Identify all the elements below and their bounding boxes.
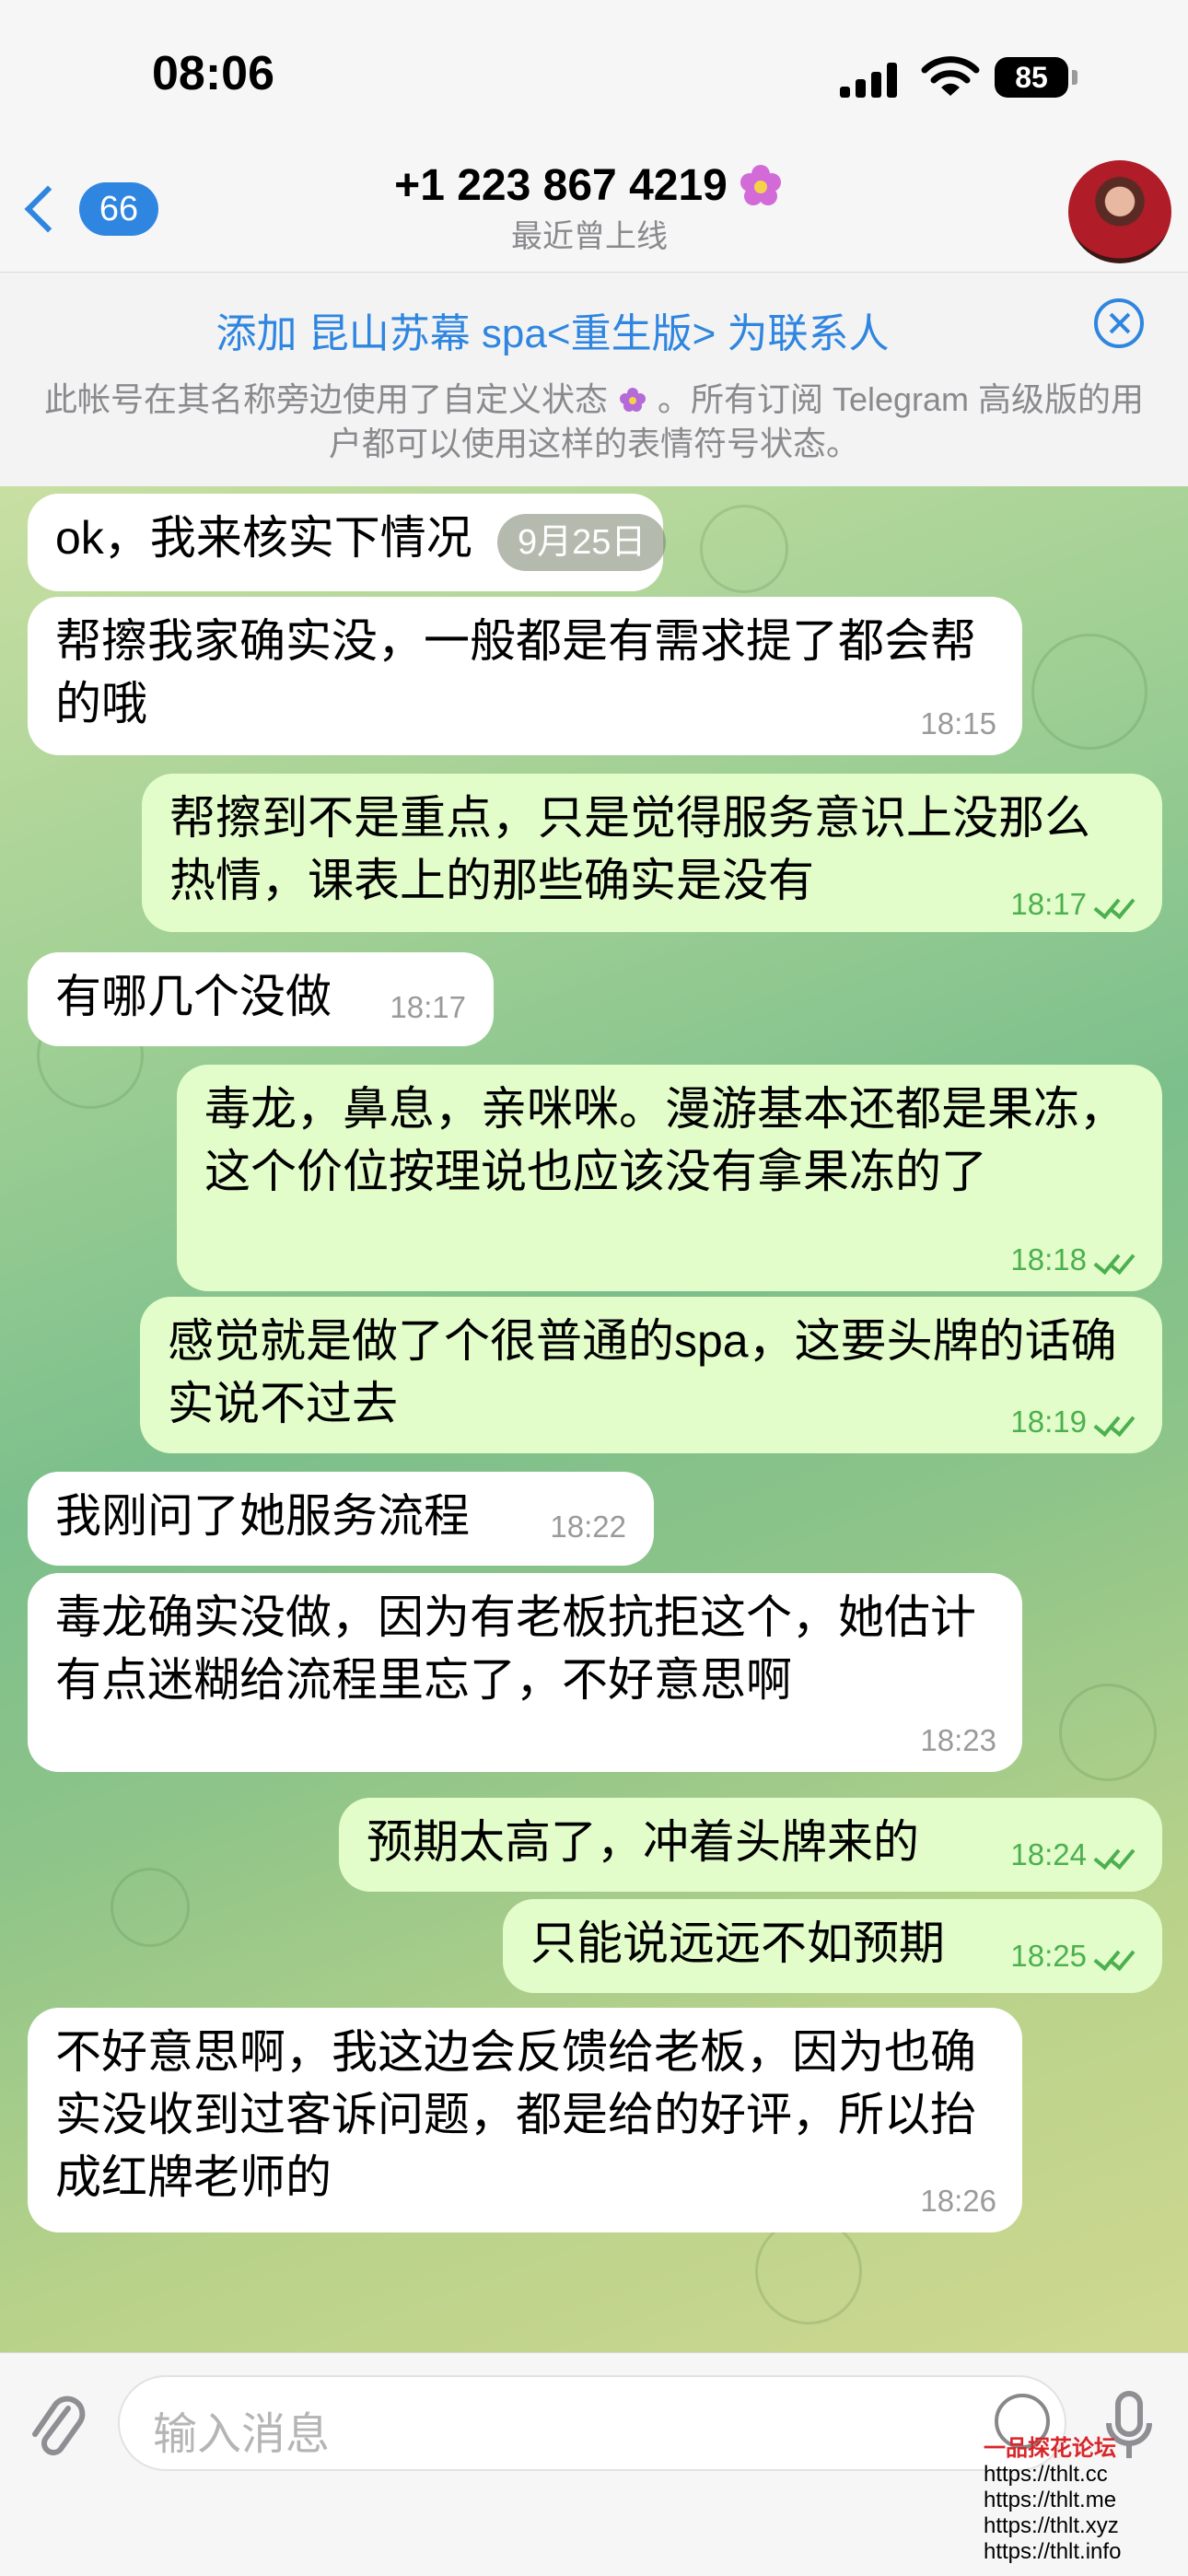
- page-title: +1 223 867 4219: [394, 160, 785, 211]
- message-meta: 18:26: [920, 2183, 996, 2220]
- avatar[interactable]: [1068, 160, 1171, 263]
- outgoing-message[interactable]: 只能说远远不如预期 18:25: [503, 1899, 1162, 1993]
- double-check-icon: [1092, 1841, 1136, 1871]
- message-input[interactable]: 输入消息: [118, 2375, 1066, 2471]
- outgoing-message[interactable]: 毒龙，鼻息，亲咪咪。漫游基本还都是果冻，这个价位按理说也应该没有拿果冻的了 18…: [177, 1065, 1162, 1291]
- message-composer: 输入消息 一品探花论坛 https://thlt.cc https://thlt…: [0, 2352, 1188, 2576]
- message-text: 不好意思啊，我这边会反馈给老板，因为也确实没收到过客诉问题，都是给的好评，所以抬…: [55, 2026, 976, 2203]
- attachment-icon[interactable]: [28, 2392, 87, 2465]
- chevron-left-icon: [24, 185, 72, 233]
- message-meta: 18:15: [920, 705, 996, 742]
- message-meta: 18:25: [1010, 1938, 1136, 1975]
- message-time: 18:19: [1010, 1405, 1087, 1439]
- message-meta: 18:17: [390, 989, 466, 1026]
- message-meta: 18:24: [1010, 1836, 1136, 1873]
- wallpaper-doodle: [1059, 1684, 1157, 1781]
- message-time: 18:18: [1010, 1242, 1087, 1276]
- message-time: 18:17: [1010, 887, 1087, 921]
- outgoing-message[interactable]: 帮擦到不是重点，只是觉得服务意识上没那么热情，课表上的那些确实是没有 18:17: [142, 774, 1162, 932]
- battery-cap: [1072, 70, 1077, 85]
- double-check-icon: [1092, 1246, 1136, 1276]
- last-seen-status: 最近曾上线: [511, 219, 668, 254]
- double-check-icon: [1092, 891, 1136, 920]
- emoji-status-notice: 此帐号在其名称旁边使用了自定义状态 。所有订阅 Telegram 高级版的用户都…: [28, 378, 1160, 466]
- message-meta: 18:22: [550, 1509, 626, 1545]
- message-text: 感觉就是做了个很普通的spa，这要头牌的话确实说不过去: [168, 1315, 1117, 1429]
- watermark-title: 一品探花论坛: [984, 2436, 1116, 2461]
- message-text: 只能说远远不如预期: [530, 1917, 945, 1969]
- flower-emoji-icon: [619, 388, 646, 412]
- watermark-url: https://thlt.cc: [984, 2462, 1108, 2487]
- back-button[interactable]: 66: [18, 177, 158, 241]
- status-time: 08:06: [152, 47, 274, 100]
- wallpaper-doodle: [111, 1868, 190, 1947]
- message-list[interactable]: ok，我来核实下情况 9月25日 帮擦我家确实没，一般都是有需求提了都会帮的哦 …: [0, 486, 1188, 2352]
- message-time: 18:24: [1010, 1837, 1087, 1871]
- add-contact-link[interactable]: 添加 昆山苏幕 spa<重生版> 为联系人: [0, 300, 1105, 359]
- contact-phone: +1 223 867 4219: [394, 161, 728, 210]
- notice-text-start: 此帐号在其名称旁边使用了自定义状态: [43, 380, 608, 418]
- outgoing-message[interactable]: 感觉就是做了个很普通的spa，这要头牌的话确实说不过去 18:19: [140, 1297, 1162, 1453]
- wifi-icon: [921, 56, 980, 96]
- incoming-message[interactable]: 毒龙确实没做，因为有老板抗拒这个，她估计有点迷糊给流程里忘了，不好意思啊 18:…: [28, 1573, 1022, 1772]
- message-time: 18:25: [1010, 1939, 1087, 1973]
- cellular-signal-icon: [840, 61, 904, 98]
- message-text: 帮擦到不是重点，只是觉得服务意识上没那么热情，课表上的那些确实是没有: [169, 792, 1090, 906]
- close-icon[interactable]: [1094, 298, 1144, 348]
- message-text: ok，我来核实下情况: [55, 512, 472, 564]
- message-text: 帮擦我家确实没，一般都是有需求提了都会帮的哦: [55, 615, 976, 729]
- message-meta: 18:23: [920, 1722, 996, 1759]
- add-contact-banner: 添加 昆山苏幕 spa<重生版> 为联系人 此帐号在其名称旁边使用了自定义状态 …: [0, 273, 1188, 486]
- watermark-url: https://thlt.info: [984, 2539, 1122, 2564]
- double-check-icon: [1092, 1408, 1136, 1438]
- watermark: 一品探花论坛 https://thlt.cc https://thlt.me h…: [984, 2436, 1121, 2565]
- message-time: 18:17: [390, 990, 466, 1024]
- incoming-message[interactable]: 有哪几个没做 18:17: [28, 952, 494, 1046]
- message-meta: 18:17: [1010, 886, 1136, 923]
- message-time: 18:22: [550, 1509, 626, 1544]
- chat-title-area[interactable]: +1 223 867 4219 最近曾上线: [276, 160, 903, 256]
- incoming-message[interactable]: 帮擦我家确实没，一般都是有需求提了都会帮的哦 18:15: [28, 597, 1022, 755]
- status-bar: 08:06 85: [0, 0, 1188, 157]
- incoming-message[interactable]: 我刚问了她服务流程 18:22: [28, 1472, 654, 1566]
- unread-count-badge: 66: [79, 182, 158, 236]
- message-text: 毒龙，鼻息，亲咪咪。漫游基本还都是果冻，这个价位按理说也应该没有拿果冻的了: [204, 1083, 1125, 1197]
- wallpaper-doodle: [755, 2218, 862, 2325]
- date-separator: 9月25日: [497, 514, 667, 571]
- chat-header: 66 +1 223 867 4219 最近曾上线: [0, 157, 1188, 273]
- watermark-url: https://thlt.xyz: [984, 2513, 1119, 2538]
- watermark-url: https://thlt.me: [984, 2488, 1117, 2512]
- message-meta: 18:19: [1010, 1404, 1136, 1440]
- battery-level: 85: [995, 57, 1068, 98]
- outgoing-message[interactable]: 预期太高了，冲着头牌来的 18:24: [339, 1798, 1162, 1892]
- wallpaper-doodle: [1031, 634, 1147, 750]
- message-meta: 18:18: [1010, 1241, 1136, 1278]
- message-text: 有哪几个没做: [55, 971, 332, 1022]
- incoming-message[interactable]: 不好意思啊，我这边会反馈给老板，因为也确实没收到过客诉问题，都是给的好评，所以抬…: [28, 2008, 1022, 2232]
- message-time: 18:26: [920, 2184, 996, 2218]
- flower-emoji-status-icon: [740, 164, 781, 205]
- wallpaper-doodle: [700, 505, 788, 593]
- message-time: 18:23: [920, 1723, 996, 1757]
- message-text: 毒龙确实没做，因为有老板抗拒这个，她估计有点迷糊给流程里忘了，不好意思啊: [55, 1591, 976, 1706]
- double-check-icon: [1092, 1942, 1136, 1972]
- message-input-placeholder: 输入消息: [153, 2410, 331, 2459]
- message-text: 我刚问了她服务流程: [55, 1490, 470, 1542]
- message-text: 预期太高了，冲着头牌来的: [367, 1816, 919, 1868]
- message-time: 18:15: [920, 706, 996, 740]
